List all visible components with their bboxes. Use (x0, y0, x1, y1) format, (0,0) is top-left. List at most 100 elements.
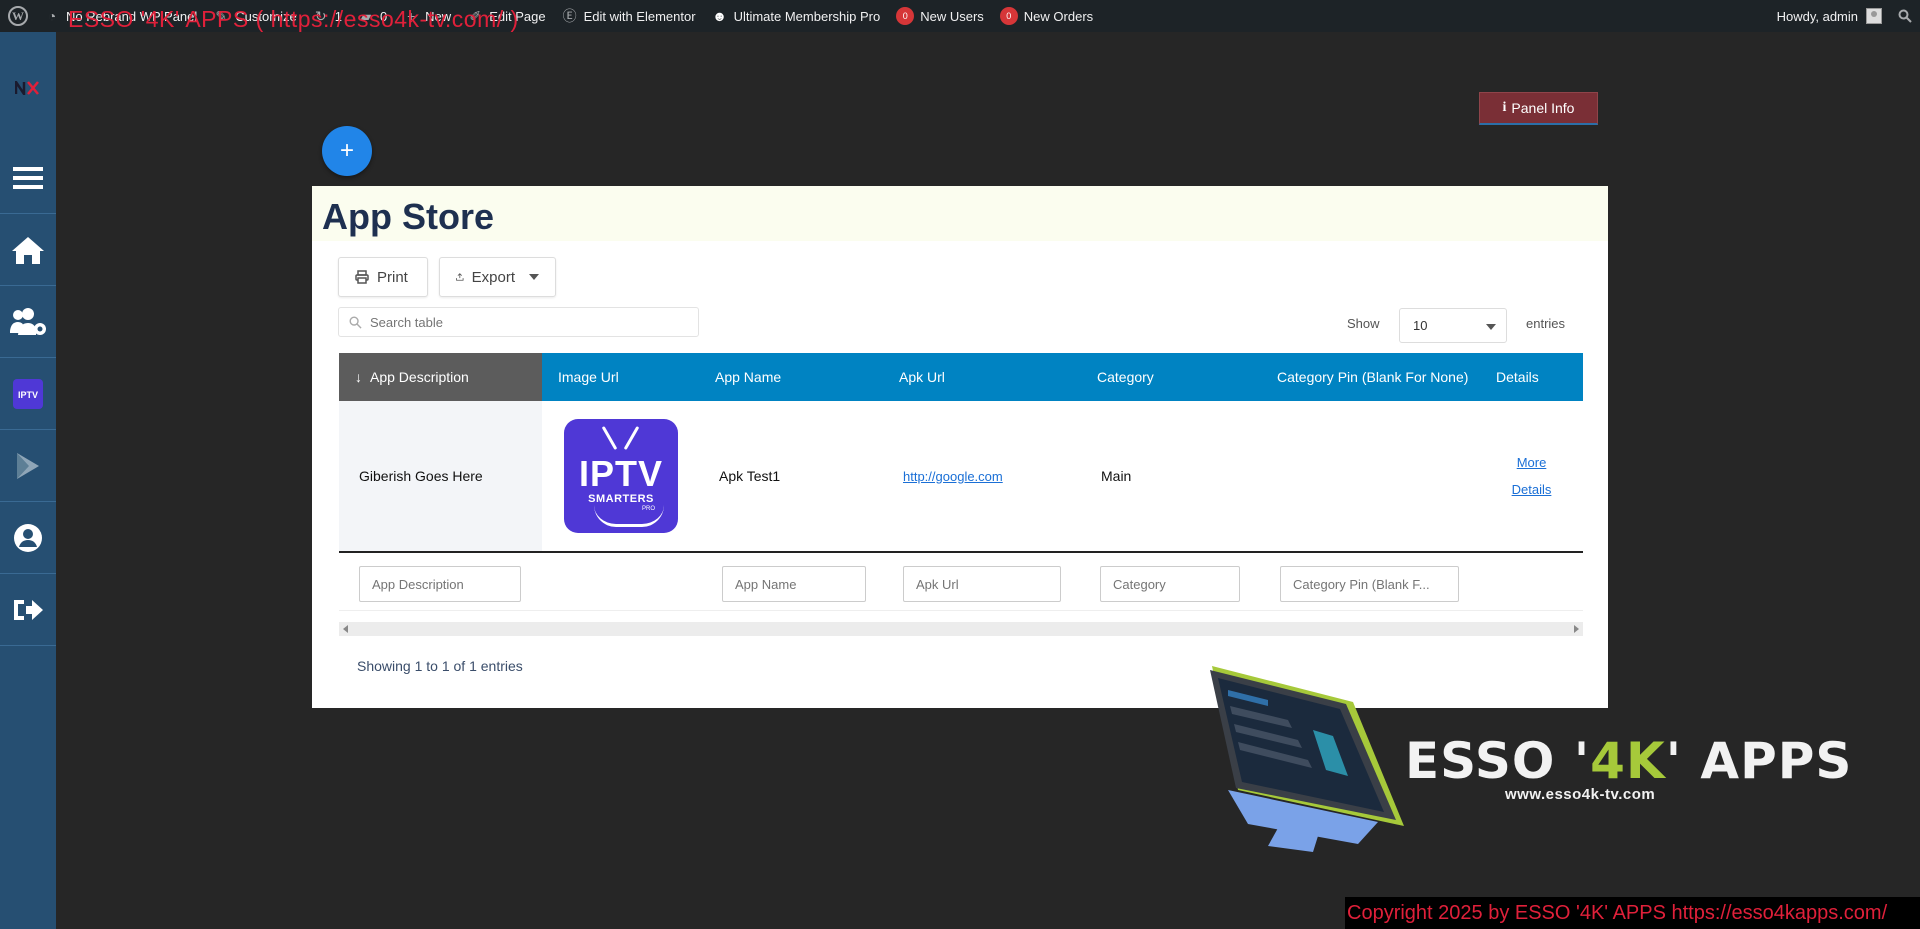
column-header-category[interactable]: Category (1081, 353, 1261, 401)
column-header-apk-url[interactable]: Apk Url (883, 353, 1081, 401)
adminbar-label: New Users (920, 8, 984, 24)
panel-info-label: Panel Info (1511, 100, 1575, 116)
adminbar-label: 0 (379, 8, 388, 24)
cell-category: Main (1101, 468, 1132, 484)
promo-title-post: ' APPS (1665, 732, 1853, 790)
column-header-label: Category (1097, 369, 1154, 385)
antenna-left (601, 425, 618, 451)
adminbar-label: Edit Page (489, 8, 546, 24)
column-header-label: App Description (370, 369, 469, 385)
gauge-icon: ◔ (47, 8, 57, 24)
new-orders-badge: 0 (999, 7, 1018, 25)
avatar (1866, 8, 1882, 24)
filter-row (339, 555, 1583, 611)
scroll-right-icon[interactable] (1574, 625, 1579, 633)
adminbar-search[interactable] (1890, 0, 1920, 32)
printer-icon (355, 270, 369, 284)
adminbar-item-new-users[interactable]: 0 New Users (888, 0, 992, 32)
column-header-label: Details (1496, 369, 1539, 385)
horizontal-scrollbar[interactable] (339, 622, 1583, 636)
sidebar-item-profile[interactable] (0, 502, 56, 574)
adminbar-label: 1 (334, 8, 342, 24)
search-box[interactable] (338, 307, 699, 337)
add-app-button[interactable]: + (322, 126, 372, 176)
table-row: Giberish Goes Here IPTV SMARTERS PRO Apk… (339, 401, 1583, 553)
adminbar-item-site[interactable]: ◔ No Rebrand WP Panel (36, 0, 205, 32)
column-header-details[interactable]: Details (1480, 353, 1583, 401)
filter-app-description-input[interactable] (359, 566, 521, 602)
column-header-image-url[interactable]: Image Url (542, 353, 699, 401)
more-details-link[interactable]: More (1517, 455, 1547, 470)
column-header-label: App Name (715, 369, 782, 385)
filter-category-pin-input[interactable] (1280, 566, 1459, 602)
search-input[interactable] (370, 314, 670, 330)
adminbar-item-comments[interactable]: ▰ 0 (350, 0, 395, 32)
sort-arrow-icon: ↓ (355, 369, 362, 385)
adminbar-account[interactable]: Howdy, admin (1769, 0, 1890, 32)
adminbar-label: No Rebrand WP Panel (66, 8, 198, 24)
entries-select[interactable]: 10 (1399, 308, 1507, 343)
adminbar-item-edit-page[interactable]: ✐ Edit Page (459, 0, 553, 32)
play-store-icon (17, 452, 39, 479)
card-header: App Store (312, 186, 1608, 241)
filter-apk-url-input[interactable] (903, 566, 1061, 602)
wordpress-icon: W (8, 6, 28, 26)
entries-value: 10 (1413, 318, 1428, 333)
sidebar-item-home[interactable] (0, 214, 56, 286)
column-header-app-name[interactable]: App Name (699, 353, 883, 401)
column-header-category-pin[interactable]: Category Pin (Blank For None) (1261, 353, 1480, 401)
column-header-label: Apk Url (899, 369, 945, 385)
filter-category-input[interactable] (1100, 566, 1240, 602)
wp-logo-menu[interactable]: W (0, 0, 36, 32)
more-details-link-line2[interactable]: Details (1512, 482, 1552, 497)
promo-title: ESSO '4K' APPS (1405, 732, 1852, 790)
cell-category-pin (1261, 401, 1480, 551)
search-icon (349, 316, 362, 329)
adminbar-label: New Orders (1023, 8, 1094, 24)
export-button[interactable]: Export (439, 257, 556, 297)
adminbar-item-new-orders[interactable]: 0 New Orders (992, 0, 1101, 32)
panel-info-button[interactable]: i Panel Info (1479, 92, 1598, 125)
svg-text:IPTV: IPTV (18, 390, 38, 400)
sidebar-item-play-store[interactable] (0, 430, 56, 502)
column-header-app-description[interactable]: ↓ App Description (339, 353, 542, 401)
apk-url-link[interactable]: http://google.com (903, 469, 1003, 484)
sidebar-item-iptv[interactable]: IPTV (0, 358, 56, 430)
cell-app-name: Apk Test1 (719, 468, 781, 484)
iptv-logo-subtext: SMARTERS (588, 493, 654, 505)
iptv-smarters-app-icon: IPTV SMARTERS PRO (564, 419, 678, 533)
adminbar-item-updates[interactable]: ↻ 1 (305, 0, 350, 32)
cell-details: More Details (1480, 401, 1583, 551)
user-circle-icon (14, 523, 42, 552)
sidebar-item-logout[interactable] (0, 574, 56, 646)
cell-app-description: Giberish Goes Here (339, 401, 542, 551)
hamburger-icon (13, 166, 43, 189)
home-icon (12, 236, 44, 264)
show-label: Show (1347, 316, 1380, 331)
iptv-app-icon: IPTV (13, 378, 43, 409)
print-label: Print (377, 268, 408, 286)
print-button[interactable]: Print (338, 257, 428, 297)
howdy-text: Howdy, admin (1776, 8, 1858, 24)
scroll-left-icon[interactable] (343, 625, 348, 633)
admin-bar: W ◔ No Rebrand WP Panel ✎ Customize ↻ 1 … (0, 0, 1920, 32)
adminbar-label: Edit with Elementor (583, 8, 696, 24)
chevron-down-icon (1486, 324, 1496, 330)
cell-apk-url: http://google.com (883, 401, 1081, 551)
sidebar-item-users[interactable] (0, 286, 56, 358)
table-header: ↓ App Description Image Url App Name Apk… (339, 353, 1583, 401)
iptv-logo-text: IPTV (578, 453, 663, 494)
adminbar-item-customize[interactable]: ✎ Customize (205, 0, 304, 32)
filter-app-name-input[interactable] (722, 566, 866, 602)
sidebar-brand-logo[interactable] (0, 70, 56, 106)
entries-label: entries (1526, 316, 1566, 331)
sidebar-item-menu[interactable] (0, 142, 56, 214)
chevron-down-icon (529, 274, 539, 280)
adminbar-item-membership[interactable]: ☻ Ultimate Membership Pro (704, 0, 889, 32)
paintbrush-icon: ✎ (215, 8, 228, 24)
app-store-card: App Store Print Export Show 10 entries ↓… (312, 186, 1608, 708)
antenna-right (623, 425, 640, 451)
adminbar-label: Ultimate Membership Pro (733, 8, 881, 24)
adminbar-item-elementor[interactable]: Ⓔ Edit with Elementor (554, 0, 704, 32)
adminbar-item-new[interactable]: + New (395, 0, 459, 32)
